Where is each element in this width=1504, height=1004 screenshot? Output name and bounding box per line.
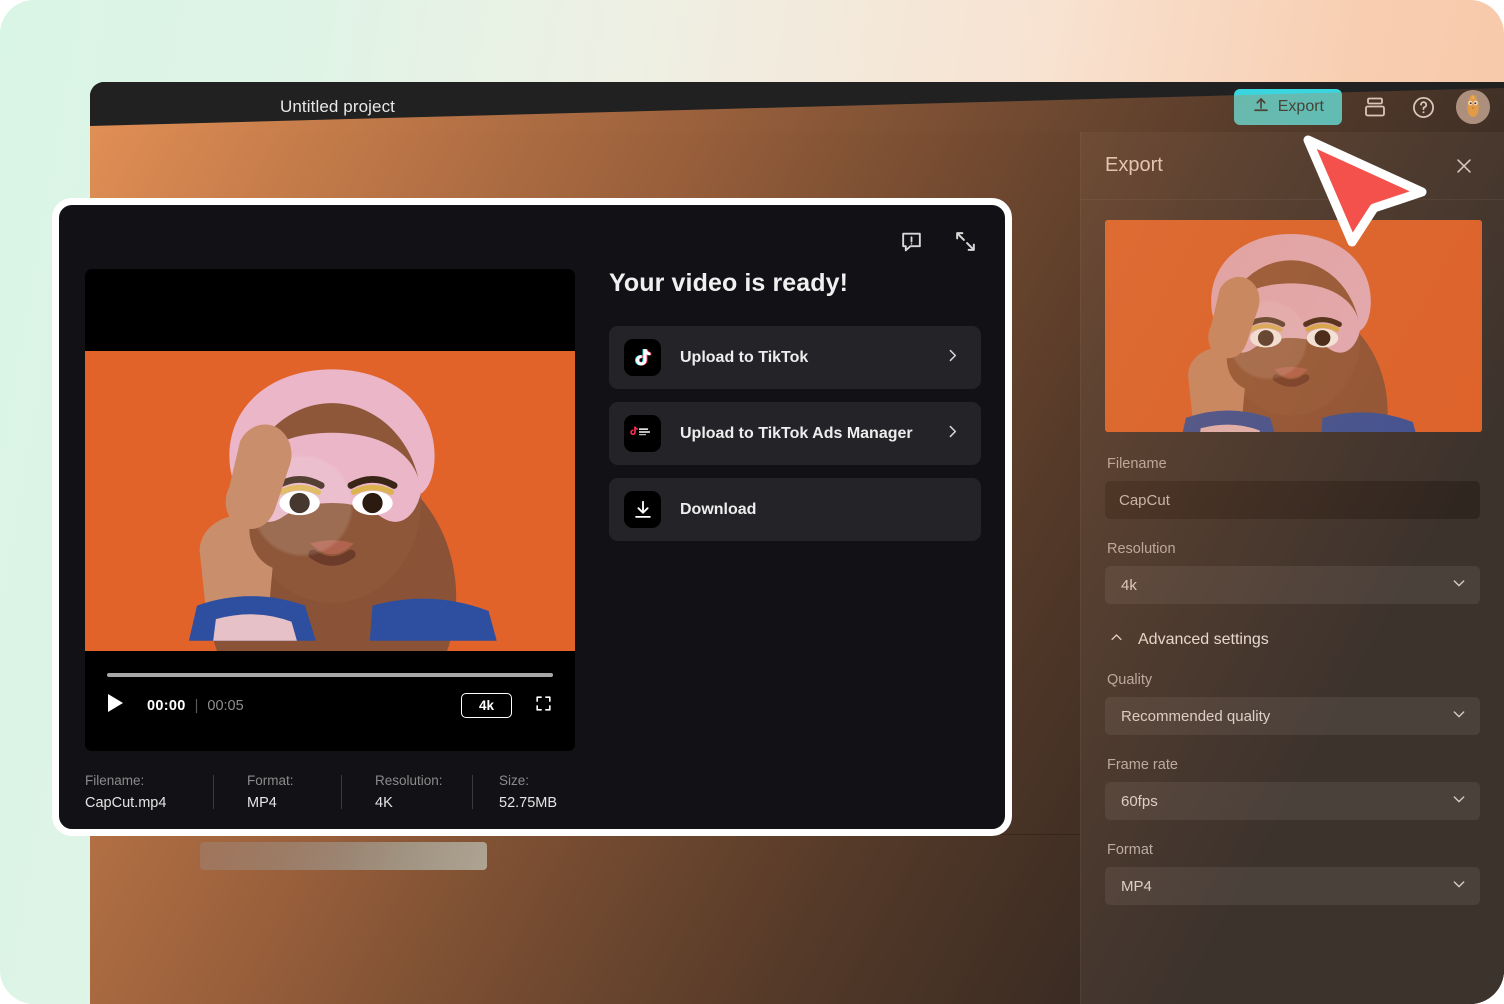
format-select[interactable]: MP4 [1105,867,1480,905]
feedback-icon[interactable] [897,227,925,255]
app-topbar: Untitled project Export [90,82,1504,132]
frame-rate-select[interactable]: 60fps [1105,782,1480,820]
filename-label: Filename [1107,456,1167,472]
layout-icon[interactable] [1360,92,1390,122]
download-icon [624,491,661,528]
format-label: Format [1107,842,1153,858]
page-title: Untitled project [280,97,395,116]
export-metadata-row: Filename: CapCut.mp4 Format: MP4 Resolut… [85,773,557,811]
action-label: Upload to TikTok Ads Manager [680,424,913,442]
close-icon[interactable] [1450,152,1478,180]
page-root: Untitled project Export Export Filename … [0,0,1504,1004]
advanced-settings-toggle[interactable]: Advanced settings [1109,630,1480,650]
chevron-down-icon [1451,791,1467,811]
chevron-up-icon [1109,630,1124,650]
export-panel-header: Export [1081,132,1504,200]
format-value: MP4 [1121,877,1152,895]
meta-value: MP4 [247,795,277,811]
tiktok-ads-icon [624,415,661,452]
export-button-label: Export [1277,98,1324,115]
progress-scrubber[interactable] [107,673,553,677]
resolution-select[interactable]: 4k [1105,566,1480,604]
play-icon[interactable] [107,693,125,718]
upload-to-tiktok-button[interactable]: Upload to TikTok [609,326,981,389]
meta-size: Size: 52.75MB [473,773,557,811]
chevron-down-icon [1451,706,1467,726]
question-mark-icon[interactable] [1408,92,1438,122]
meta-resolution: Resolution: 4K [342,773,472,811]
export-panel-body: Filename Resolution 4k Advanced settings… [1081,200,1504,905]
resolution-label: Resolution [1107,541,1176,557]
meta-key: Size: [499,773,530,788]
upload-icon [1252,96,1270,119]
current-time: 00:00 [147,697,186,714]
player-controls-bar: 00:00 | 00:05 4k [85,655,575,751]
ready-title: Your video is ready! [609,269,849,297]
export-button[interactable]: Export [1233,89,1342,125]
frame-rate-value: 60fps [1121,792,1158,810]
meta-filename: Filename: CapCut.mp4 [85,773,213,811]
quality-select[interactable]: Recommended quality [1105,697,1480,735]
frame-rate-label: Frame rate [1107,757,1178,773]
meta-value: 52.75MB [499,795,558,811]
chevron-down-icon [1451,575,1467,595]
meta-key: Resolution: [375,773,443,788]
action-label: Download [680,500,757,518]
modal-toolbar [897,227,979,255]
chevron-right-icon [944,423,961,445]
quality-value: Recommended quality [1121,707,1271,725]
download-button[interactable]: Download [609,478,981,541]
meta-format: Format: MP4 [214,773,341,811]
player-controls: 00:00 | 00:05 4k [107,693,553,718]
export-preview-thumbnail [1105,220,1482,432]
upload-to-tiktok-ads-manager-button[interactable]: Upload to TikTok Ads Manager [609,402,981,465]
meta-key: Filename: [85,773,145,788]
time-separator: | [194,697,199,714]
video-player: 00:00 | 00:05 4k [85,269,575,751]
modal-left-column: 00:00 | 00:05 4k [85,269,575,751]
export-panel-title: Export [1105,154,1163,176]
filename-input[interactable] [1105,481,1480,519]
resolution-value: 4k [1121,576,1137,594]
video-ready-modal: 00:00 | 00:05 4k Filename: CapCut.mp4 Fo… [52,198,1012,836]
fullscreen-icon[interactable] [534,694,553,718]
quality-badge[interactable]: 4k [460,693,512,718]
advanced-settings-label: Advanced settings [1138,631,1269,648]
topbar-actions: Export [1233,89,1490,125]
timeline-clip[interactable] [200,842,487,870]
video-frame [85,351,575,651]
meta-value: CapCut.mp4 [85,795,167,811]
meta-value: 4K [375,795,393,811]
modal-right-column: Your video is ready! Upload to TikTok Up… [609,269,981,554]
avatar[interactable] [1456,90,1490,124]
quality-label: Quality [1107,672,1153,688]
action-label: Upload to TikTok [680,348,809,366]
chevron-down-icon [1451,876,1467,896]
tiktok-icon [624,339,661,376]
total-time: 00:05 [207,697,244,714]
export-panel: Export Filename CapCut Resolution 4k Adv… [1080,132,1504,1004]
meta-key: Format: [247,773,294,788]
minimize-icon[interactable] [951,227,979,255]
chevron-right-icon [944,347,961,369]
